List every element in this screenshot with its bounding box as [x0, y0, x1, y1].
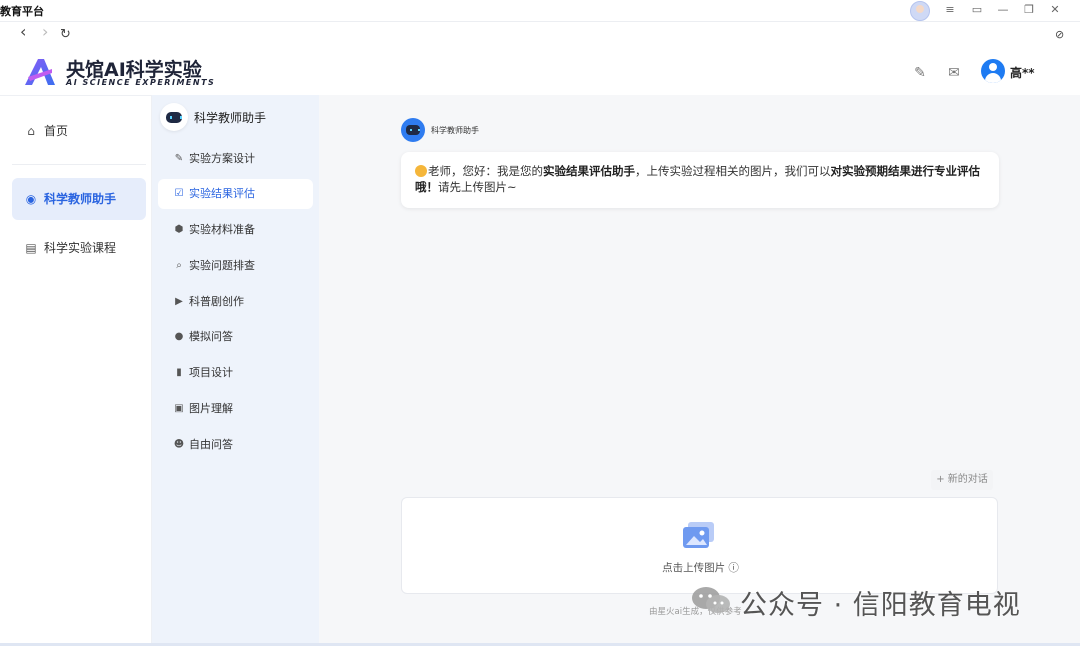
assistant-subpanel: 科学教师助手 ✎ 实验方案设计 ☑ 实验结果评估 ⬢ 实验材料准备 ⌕ 实验问题… [152, 95, 319, 646]
subpanel-item-label: 科普剧创作 [189, 295, 244, 308]
document-icon: ▮ [176, 367, 182, 378]
close-icon[interactable]: ✕ [1046, 2, 1064, 18]
user-name[interactable]: 高** [1010, 64, 1035, 81]
sidebar-item-label: 科学教师助手 [44, 192, 117, 206]
subpanel-item-result-evaluation[interactable]: ☑ 实验结果评估 [158, 179, 313, 209]
sidebar-item-home[interactable]: ⌂ 首页 [12, 110, 146, 152]
compass-icon[interactable]: ⊘ [1055, 27, 1064, 43]
sidebar: ⌂ 首页 ◉ 科学教师助手 ▤ 科学实验课程 [0, 95, 152, 646]
subpanel-item-label: 模拟问答 [189, 330, 233, 343]
chat-main: 科学教师助手 老师，您好：我是您的实验结果评估助手，上传实验过程相关的图片，我们… [319, 95, 1080, 646]
search-icon: ⌕ [176, 260, 182, 271]
message-bold: 实验结果评估助手 [543, 164, 635, 178]
sidebar-item-teacher-assistant[interactable]: ◉ 科学教师助手 [12, 178, 146, 220]
bot-name: 科学教师助手 [431, 126, 479, 135]
message-text: 请先上传图片~ [438, 180, 517, 194]
window-titlebar: 教育平台 ≡ ▭ — ❐ ✕ [0, 0, 1080, 22]
user-avatar-icon[interactable] [981, 59, 1005, 83]
subpanel-item-free-qa[interactable]: ☻ 自由问答 [158, 430, 313, 460]
subpanel-item-mock-qa[interactable]: ● 模拟问答 [158, 322, 313, 352]
window-title: 教育平台 [0, 5, 44, 18]
restore-icon[interactable]: ❐ [1020, 2, 1038, 18]
bubble-icon: ☻ [173, 439, 185, 450]
pen-icon: ✎ [174, 153, 184, 164]
subpanel-item-image-understanding[interactable]: ▣ 图片理解 [158, 394, 313, 424]
subpanel-item-label: 实验问题排查 [189, 259, 255, 272]
sidebar-divider [12, 164, 146, 165]
image-upload-area[interactable]: 点击上传图片 ⓘ [401, 497, 998, 594]
robot-icon [160, 103, 188, 131]
wave-hand-icon [415, 165, 427, 177]
minimize-icon[interactable]: — [994, 2, 1012, 18]
watermark-text: 公众号 · 信阳教育电视 [740, 590, 1021, 621]
chat-icon: ● [174, 331, 184, 342]
upload-image-icon [683, 522, 714, 548]
forward-icon[interactable]: › [42, 24, 48, 40]
refresh-icon[interactable]: ↻ [60, 27, 71, 43]
image-icon: ▣ [174, 403, 184, 414]
sidebar-item-label: 科学实验课程 [44, 241, 117, 255]
subpanel-item-label: 图片理解 [189, 402, 233, 415]
cube-icon: ⬢ [174, 224, 184, 235]
home-icon: ⌂ [27, 124, 35, 138]
message-text: 老师，您好：我是您的 [428, 164, 543, 178]
subpanel-item-material-prep[interactable]: ⬢ 实验材料准备 [158, 215, 313, 245]
evaluate-icon: ☑ [174, 188, 184, 199]
subpanel-item-label: 自由问答 [189, 438, 233, 451]
sidebar-item-label: 首页 [44, 124, 69, 138]
mail-icon[interactable]: ✉ [945, 65, 963, 81]
subpanel-item-label: 项目设计 [189, 366, 233, 379]
screenshot-icon[interactable]: ▭ [968, 2, 986, 18]
subpanel-item-troubleshoot[interactable]: ⌕ 实验问题排查 [158, 251, 313, 281]
bot-message-bubble: 老师，您好：我是您的实验结果评估助手，上传实验过程相关的图片，我们可以对实验预期… [401, 152, 999, 208]
app-header: 央馆AI科学实验 AI SCIENCE EXPERIMENTS ✎ ✉ 高** [0, 49, 1080, 95]
wechat-logo-icon [692, 587, 730, 613]
subpanel-item-label: 实验结果评估 [189, 187, 255, 200]
upload-label: 点击上传图片 ⓘ [662, 562, 739, 574]
subpanel-item-project-design[interactable]: ▮ 项目设计 [158, 358, 313, 388]
sidebar-item-experiment-course[interactable]: ▤ 科学实验课程 [12, 227, 146, 269]
new-chat-button[interactable]: + 新的对话 [931, 470, 993, 490]
subpanel-item-science-drama[interactable]: ▶ 科普剧创作 [158, 287, 313, 317]
robot-icon: ◉ [25, 192, 37, 206]
brand-subtitle: AI SCIENCE EXPERIMENTS [66, 78, 216, 87]
brand-logo-icon [25, 59, 55, 85]
subpanel-item-label: 实验方案设计 [189, 152, 255, 165]
bot-avatar-icon [401, 118, 425, 142]
menu-list-icon[interactable]: ≡ [941, 2, 959, 18]
back-icon[interactable]: ‹ [20, 24, 26, 40]
monitor-icon: ▤ [25, 241, 37, 255]
video-icon: ▶ [175, 296, 183, 307]
browser-navbar: ‹ › ↻ ⊘ [0, 23, 1080, 49]
edit-note-icon[interactable]: ✎ [911, 65, 929, 81]
message-text: ，上传实验过程相关的图片，我们可以 [635, 164, 831, 178]
mascot-avatar-icon[interactable] [910, 1, 930, 21]
subpanel-item-plan-design[interactable]: ✎ 实验方案设计 [158, 144, 313, 174]
subpanel-item-label: 实验材料准备 [189, 223, 255, 236]
subpanel-title: 科学教师助手 [194, 111, 267, 125]
subpanel-header: 科学教师助手 [160, 103, 312, 131]
